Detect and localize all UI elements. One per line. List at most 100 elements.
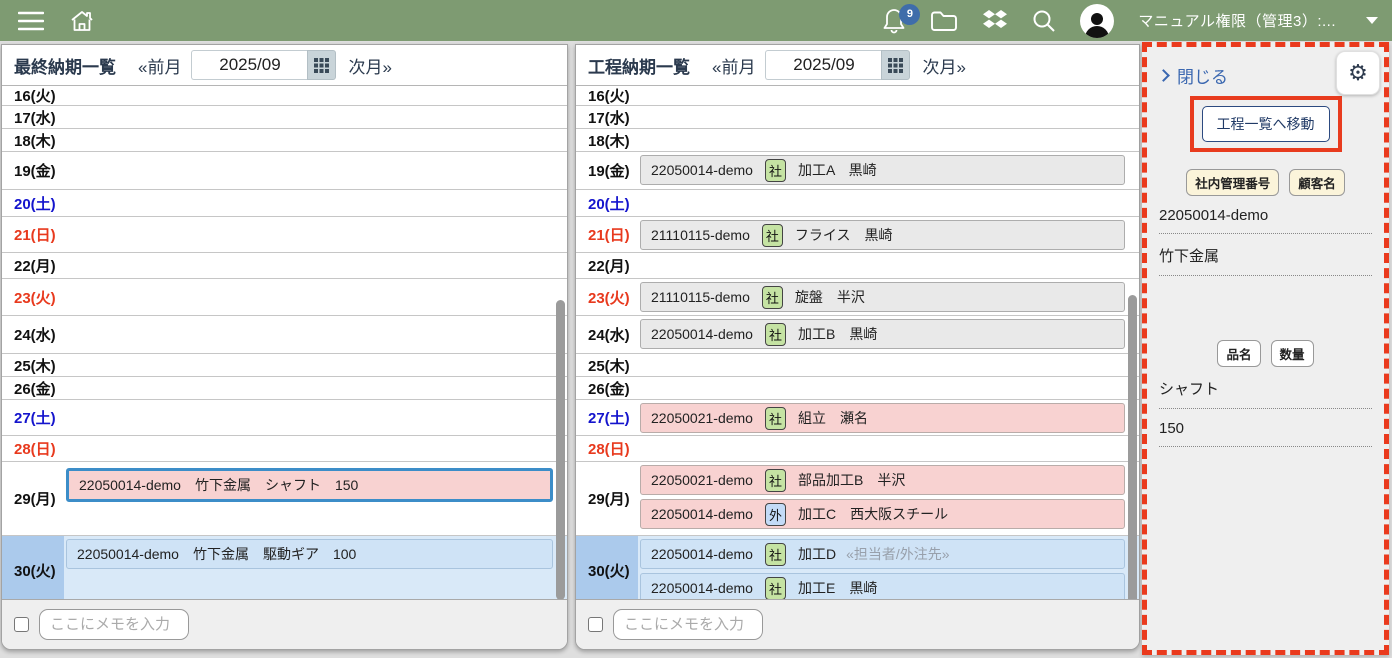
inhouse-badge: 社 bbox=[762, 224, 783, 247]
calendar-row: 29(月)22050014-demo 竹下金属 シャフト 150 bbox=[2, 462, 567, 536]
month-input[interactable] bbox=[191, 50, 307, 80]
day-cell[interactable]: 22050014-demo 竹下金属 シャフト 150 bbox=[64, 462, 567, 535]
month-input[interactable] bbox=[765, 50, 881, 80]
date-label: 18(木) bbox=[2, 129, 64, 151]
process-card[interactable]: 22050021-demo社部品加工B 半沢 bbox=[640, 465, 1125, 495]
go-to-process-list-button[interactable]: 工程一覧へ移動 bbox=[1202, 106, 1330, 142]
dropbox-icon[interactable] bbox=[982, 9, 1008, 33]
calendar-row: 16(火) bbox=[2, 86, 567, 106]
final-delivery-header: 最終納期一覧 «前月 次月» bbox=[2, 45, 567, 86]
process-card[interactable]: 22050014-demo社加工D«担当者/外注先» bbox=[640, 539, 1125, 569]
user-avatar[interactable] bbox=[1080, 4, 1114, 38]
date-label: 26(金) bbox=[2, 377, 64, 399]
quantity-tag: 数量 bbox=[1271, 340, 1314, 367]
day-cell[interactable] bbox=[64, 253, 567, 278]
day-cell[interactable] bbox=[64, 279, 567, 315]
process-card[interactable]: 22050014-demo社加工E 黒崎 bbox=[640, 573, 1125, 600]
prev-month-link[interactable]: «前月 bbox=[138, 53, 181, 78]
memo-input[interactable] bbox=[39, 609, 189, 640]
date-label: 20(土) bbox=[576, 190, 638, 216]
left-panel-scrollbar-thumb[interactable] bbox=[556, 300, 565, 600]
date-label: 25(木) bbox=[2, 354, 64, 376]
calendar-row: 24(水) bbox=[2, 316, 567, 354]
day-cell[interactable] bbox=[64, 316, 567, 353]
day-cell[interactable] bbox=[64, 129, 567, 151]
process-card[interactable]: 21110115-demo社フライス 黒崎 bbox=[640, 220, 1125, 250]
process-card[interactable]: 22050021-demo社組立 瀬名 bbox=[640, 403, 1125, 433]
day-cell[interactable]: 22050014-demo 竹下金属 駆動ギア 100 bbox=[64, 536, 567, 600]
next-month-link[interactable]: 次月» bbox=[348, 53, 391, 78]
date-label: 29(月) bbox=[576, 462, 638, 535]
day-cell[interactable] bbox=[638, 253, 1139, 278]
center-panel-scrollbar-thumb[interactable] bbox=[1128, 295, 1137, 640]
memo-input[interactable] bbox=[613, 609, 763, 640]
prev-month-link[interactable]: «前月 bbox=[712, 53, 755, 78]
day-cell[interactable]: 22050021-demo社組立 瀬名 bbox=[638, 400, 1139, 435]
calendar-row: 26(金) bbox=[2, 377, 567, 400]
hamburger-menu-icon[interactable] bbox=[18, 11, 44, 31]
date-label: 21(日) bbox=[2, 217, 64, 252]
day-cell[interactable]: 21110115-demo社フライス 黒崎 bbox=[638, 217, 1139, 252]
process-text: 組立 瀬名 bbox=[798, 408, 868, 428]
day-cell[interactable] bbox=[64, 106, 567, 128]
process-card[interactable]: 22050014-demo外加工C 西大阪スチール bbox=[640, 499, 1125, 529]
inhouse-badge: 社 bbox=[765, 577, 786, 600]
calendar-row: 30(火)22050014-demo社加工D«担当者/外注先»22050014-… bbox=[576, 536, 1139, 600]
date-label: 30(火) bbox=[576, 536, 638, 600]
order-id: 22050021-demo bbox=[651, 472, 753, 488]
home-icon[interactable] bbox=[70, 9, 94, 33]
day-cell[interactable] bbox=[638, 436, 1139, 461]
date-label: 19(金) bbox=[576, 152, 638, 189]
calendar-row: 21(日)21110115-demo社フライス 黒崎 bbox=[576, 217, 1139, 253]
delivery-card[interactable]: 22050014-demo 竹下金属 駆動ギア 100 bbox=[66, 539, 553, 569]
day-cell[interactable] bbox=[638, 377, 1139, 399]
calendar-row: 18(木) bbox=[576, 129, 1139, 152]
date-label: 26(金) bbox=[576, 377, 638, 399]
user-role-label[interactable]: マニュアル権限（管理3）:... bbox=[1138, 10, 1336, 31]
day-cell[interactable] bbox=[638, 354, 1139, 376]
day-cell[interactable] bbox=[638, 106, 1139, 128]
folder-icon[interactable] bbox=[930, 10, 958, 32]
day-cell[interactable]: 22050014-demo社加工A 黒崎 bbox=[638, 152, 1139, 189]
day-cell[interactable] bbox=[64, 436, 567, 461]
process-card[interactable]: 22050014-demo社加工B 黒崎 bbox=[640, 319, 1125, 349]
notifications-bell-icon[interactable]: 9 bbox=[882, 8, 906, 34]
calendar-row: 28(日) bbox=[2, 436, 567, 462]
process-card[interactable]: 21110115-demo社旋盤 半沢 bbox=[640, 282, 1125, 312]
process-delivery-header: 工程納期一覧 «前月 次月» bbox=[576, 45, 1139, 86]
day-cell[interactable]: 22050014-demo社加工B 黒崎 bbox=[638, 316, 1139, 353]
day-cell[interactable] bbox=[638, 129, 1139, 151]
calendar-row: 19(金) bbox=[2, 152, 567, 190]
item-name-value: シャフト bbox=[1159, 378, 1372, 409]
settings-gear-icon[interactable]: ⚙ bbox=[1336, 51, 1380, 95]
day-cell[interactable]: 22050021-demo社部品加工B 半沢 22050014-demo外加工C … bbox=[638, 462, 1139, 535]
customer-name-value: 竹下金属 bbox=[1159, 245, 1372, 276]
memo-checkbox[interactable] bbox=[588, 617, 603, 632]
calendar-row: 21(日) bbox=[2, 217, 567, 253]
day-cell[interactable] bbox=[64, 190, 567, 216]
search-icon[interactable] bbox=[1032, 9, 1056, 33]
day-cell[interactable] bbox=[64, 354, 567, 376]
date-label: 17(水) bbox=[2, 106, 64, 128]
calendar-picker-icon[interactable] bbox=[307, 50, 336, 80]
day-cell[interactable] bbox=[64, 400, 567, 435]
delivery-card[interactable]: 22050014-demo 竹下金属 シャフト 150 bbox=[66, 468, 553, 502]
day-cell[interactable] bbox=[64, 377, 567, 399]
day-cell[interactable] bbox=[638, 86, 1139, 105]
day-cell[interactable]: 21110115-demo社旋盤 半沢 bbox=[638, 279, 1139, 315]
chevron-down-icon[interactable] bbox=[1366, 17, 1378, 24]
chevron-right-icon bbox=[1157, 69, 1170, 82]
next-month-link[interactable]: 次月» bbox=[922, 53, 965, 78]
day-cell[interactable]: 22050014-demo社加工D«担当者/外注先» 22050014-demo社… bbox=[638, 536, 1139, 600]
date-label: 24(水) bbox=[2, 316, 64, 353]
day-cell[interactable] bbox=[64, 86, 567, 105]
day-cell[interactable] bbox=[64, 217, 567, 252]
date-label: 21(日) bbox=[576, 217, 638, 252]
day-cell[interactable] bbox=[64, 152, 567, 189]
calendar-picker-icon[interactable] bbox=[881, 50, 910, 80]
process-card[interactable]: 22050014-demo社加工A 黒崎 bbox=[640, 155, 1125, 185]
calendar-row: 25(木) bbox=[576, 354, 1139, 377]
memo-checkbox[interactable] bbox=[14, 617, 29, 632]
day-cell[interactable] bbox=[638, 190, 1139, 216]
order-id: 22050014-demo bbox=[651, 506, 753, 522]
